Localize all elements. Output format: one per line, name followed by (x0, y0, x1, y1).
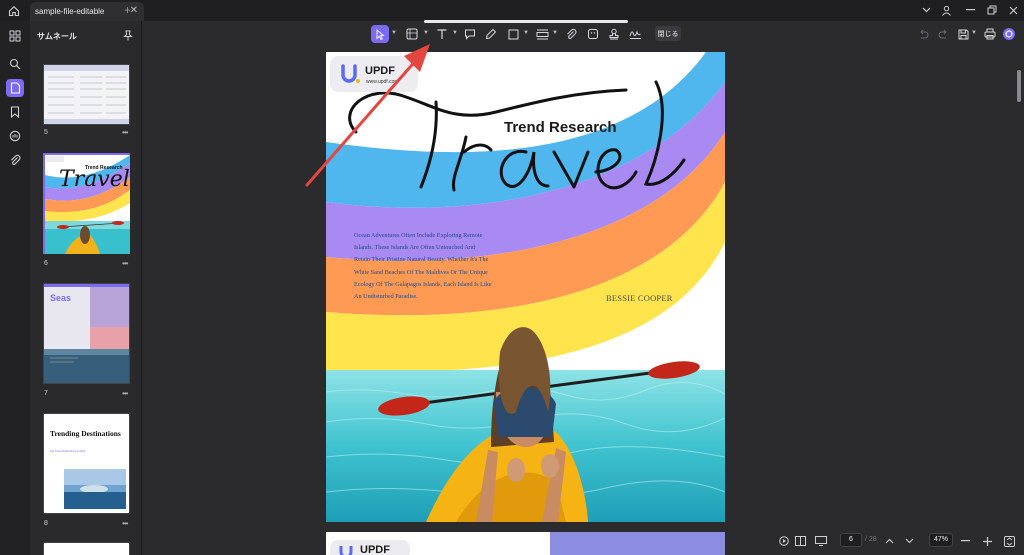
pdf-page[interactable]: UPDF www.updf.com Trend Research Ocean A… (326, 52, 725, 522)
thumbnail-number: 7 (44, 390, 48, 397)
title-bar: sample-file-editable ✕ + (0, 0, 1024, 21)
pin-icon[interactable] (123, 28, 133, 46)
shape-tool-button[interactable] (505, 25, 521, 43)
thumbnail-subtitle: Trend Research (85, 165, 123, 171)
close-edit-button[interactable]: 閉じる (655, 26, 681, 41)
updf-url: www.updf.com (366, 79, 399, 85)
thumbnail-title: Trending Destinations (50, 429, 121, 438)
updf-logo-icon (339, 546, 353, 555)
thumbnail-page-8[interactable]: Trending Destinations Top Travel Destina… (43, 413, 130, 514)
signature-icon[interactable] (627, 25, 643, 43)
presentation-icon[interactable] (778, 534, 790, 548)
body-line: An Undisturbed Paradise. (354, 293, 418, 301)
thumbnail-more-icon[interactable]: ••• (122, 519, 128, 528)
chevron-down-icon[interactable]: ▼ (391, 30, 397, 36)
ai-assistant-icon[interactable] (1001, 25, 1017, 43)
home-icon[interactable] (4, 2, 24, 20)
thumbnail-page-5[interactable] (43, 64, 130, 125)
body-line: White Sand Beaches Of The Maldives Or Th… (354, 268, 488, 276)
updf-logo-text: UPDF (365, 65, 395, 77)
thumbnail-number: 8 (44, 520, 48, 527)
display-mode-icon[interactable] (814, 534, 828, 548)
bookmark-icon[interactable] (6, 103, 24, 121)
link-icon[interactable] (563, 25, 579, 43)
thumbnail-page-7[interactable]: Seas (43, 283, 130, 384)
tool-rail (0, 21, 30, 555)
select-tool-button[interactable] (371, 25, 389, 43)
chevron-down-icon[interactable]: ▼ (552, 30, 558, 36)
close-window-icon[interactable] (1005, 3, 1021, 17)
thumbnails-icon[interactable] (6, 79, 24, 97)
edit-all-button[interactable] (404, 25, 420, 43)
page-layout-icon[interactable] (794, 534, 807, 548)
comment-icon[interactable] (6, 127, 24, 145)
comment-tool-button[interactable] (462, 25, 478, 43)
previous-page-icon[interactable] (883, 534, 895, 548)
body-line: Retain Their Pristine Natural Beauty. Wh… (354, 256, 489, 264)
next-page-icon[interactable] (903, 534, 915, 548)
page-total: / 28 (865, 536, 877, 543)
thumbnail-page-9[interactable] (43, 542, 130, 555)
minimize-icon[interactable] (962, 3, 978, 17)
page-author[interactable]: BESSIE COOPER (606, 293, 673, 303)
highlighter-icon[interactable] (483, 25, 499, 43)
account-icon[interactable] (938, 3, 954, 17)
chevron-down-icon[interactable]: ▼ (523, 30, 529, 36)
text-tool-button[interactable] (434, 25, 450, 43)
thumbnail-page-6[interactable]: Travel Trend Research (43, 153, 130, 254)
thumbnail-more-icon[interactable]: ••• (122, 259, 128, 268)
updf-logo-text: UPDF (360, 544, 390, 555)
dropdown-icon[interactable] (918, 3, 934, 17)
panel-title: サムネール (37, 32, 77, 41)
redo-icon[interactable] (936, 25, 950, 43)
thumbnail-panel: サムネール 5 ••• Travel Trend Research 6 ••• … (30, 21, 142, 555)
updf-logo-icon (341, 64, 360, 83)
vertical-scrollbar[interactable] (1017, 70, 1021, 102)
thumbnail-number: 6 (44, 260, 48, 267)
organize-pages-icon[interactable] (6, 27, 24, 45)
search-icon[interactable] (6, 55, 24, 73)
thumbnail-subtitle: Top Travel Destinations of 2024 (50, 450, 86, 453)
body-line: Ecology Of The Galápagos Islands, Each I… (354, 280, 492, 288)
save-icon[interactable] (956, 25, 970, 43)
fit-page-icon[interactable] (1002, 534, 1016, 548)
new-tab-button[interactable]: + (124, 3, 131, 17)
pdf-page-next[interactable]: UPDF (326, 532, 725, 555)
zoom-in-icon[interactable] (981, 534, 993, 548)
page-image (550, 532, 725, 555)
zoom-level-input[interactable]: 47% (929, 533, 953, 547)
restore-icon[interactable] (984, 3, 1000, 17)
page-number-input[interactable]: 6 (840, 533, 862, 547)
thumbnail-more-icon[interactable]: ••• (122, 389, 128, 398)
thumbnail-title: Seas (50, 293, 71, 303)
attachment-icon[interactable] (6, 151, 24, 169)
body-line: Ocean Adventures Often Include Exploring… (354, 232, 483, 239)
page-body-text[interactable]: Ocean Adventures Often Include Exploring… (354, 230, 514, 303)
sticker-icon[interactable] (585, 25, 601, 43)
chevron-down-icon[interactable]: ▼ (452, 30, 458, 36)
thumbnail-number: 5 (44, 129, 48, 136)
toolbar-drag-handle[interactable] (424, 20, 628, 23)
stamp-icon[interactable] (606, 25, 622, 43)
zoom-out-icon[interactable] (959, 534, 971, 548)
thumbnail-more-icon[interactable]: ••• (122, 128, 128, 137)
print-icon[interactable] (982, 25, 998, 43)
body-line: Islands. These Islands Are Often Untouch… (354, 244, 476, 252)
chevron-down-icon[interactable]: ▼ (423, 30, 429, 36)
undo-icon[interactable] (916, 25, 930, 43)
document-tab-label: sample-file-editable (35, 7, 105, 16)
page-subtitle[interactable]: Trend Research (504, 119, 617, 136)
updf-logo-badge: UPDF www.updf.com (330, 56, 418, 92)
header-footer-icon[interactable] (533, 25, 551, 43)
updf-logo-badge: UPDF (330, 540, 410, 555)
chevron-down-icon[interactable]: ▼ (971, 30, 977, 36)
